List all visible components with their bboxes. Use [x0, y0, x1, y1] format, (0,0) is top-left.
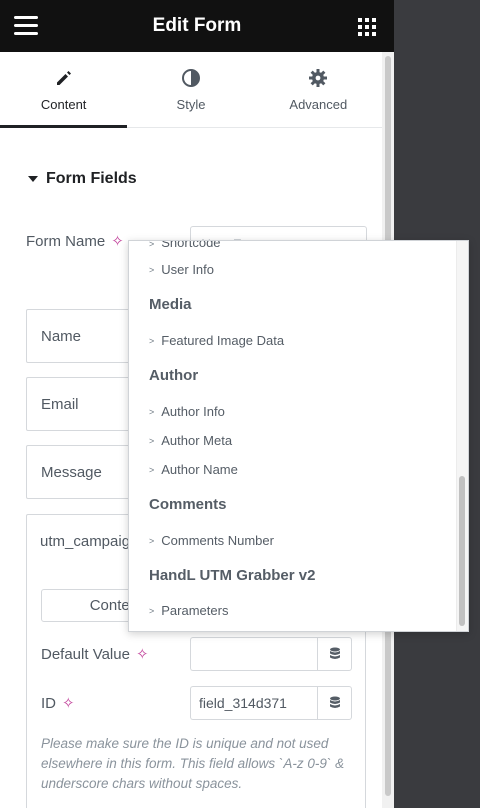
chevron-right-icon: >: [149, 605, 155, 616]
tab-content[interactable]: Content: [0, 52, 128, 128]
field-item-label: utm_campaign: [40, 532, 139, 550]
ai-sparkle-icon[interactable]: ✧: [136, 645, 149, 663]
section-form-fields[interactable]: Form Fields: [28, 170, 137, 188]
dropdown-group-comments: Comments: [149, 496, 227, 513]
dropdown-item-parameters[interactable]: > Parameters: [149, 603, 228, 618]
section-title: Form Fields: [46, 170, 137, 187]
form-name-label-row: Form Name ✧: [26, 232, 124, 251]
form-name-label: Form Name: [26, 232, 106, 250]
dynamic-tags-button[interactable]: [317, 637, 352, 671]
pencil-icon: [53, 67, 75, 89]
field-item-label: Name: [41, 327, 82, 345]
half-circle-icon: [180, 67, 202, 89]
dropdown-item-author-name[interactable]: > Author Name: [149, 462, 238, 477]
dropdown-item-author-meta[interactable]: > Author Meta: [149, 433, 232, 448]
dropdown-group-author: Author: [149, 367, 199, 384]
page-title: Edit Form: [152, 15, 242, 36]
field-item-label: Email: [41, 395, 79, 413]
chevron-right-icon: >: [149, 435, 155, 446]
tab-style-label: Style: [176, 97, 206, 112]
dropdown-scrollbar-thumb[interactable]: [459, 476, 465, 626]
ai-sparkle-icon[interactable]: ✧: [62, 694, 75, 712]
database-icon: [329, 647, 340, 659]
dropdown-item-partial[interactable]: > Shortcode: [149, 241, 221, 250]
id-help-text: Please make sure the ID is unique and no…: [41, 736, 345, 791]
default-value-label-row: Default Value ✧: [41, 645, 149, 664]
chevron-right-icon: >: [149, 464, 155, 475]
default-value-label: Default Value: [41, 645, 130, 663]
id-label: ID: [41, 694, 56, 712]
tab-advanced[interactable]: Advanced: [255, 52, 382, 127]
chevron-right-icon: >: [149, 406, 155, 417]
dropdown-group-media: Media: [149, 296, 192, 313]
default-value-input[interactable]: [190, 637, 318, 671]
dynamic-tags-button[interactable]: [317, 686, 352, 720]
chevron-right-icon: >: [149, 335, 155, 346]
tab-content-label: Content: [40, 97, 87, 112]
id-label-row: ID ✧: [41, 694, 75, 713]
tab-style[interactable]: Style: [127, 52, 254, 127]
dropdown-item-user-info[interactable]: > User Info: [149, 262, 214, 277]
dropdown-item-author-info[interactable]: > Author Info: [149, 404, 225, 419]
tab-advanced-label: Advanced: [289, 97, 348, 112]
dynamic-tags-dropdown: > Shortcode > User Info Media > Featured Im…: [128, 240, 469, 632]
ai-sparkle-icon[interactable]: ✧: [111, 232, 124, 250]
menu-icon[interactable]: [14, 16, 38, 36]
chevron-right-icon: >: [149, 535, 155, 546]
database-icon: [329, 696, 340, 708]
panel-header: Edit Form: [0, 0, 394, 52]
chevron-right-icon: >: [149, 264, 155, 275]
gear-icon: [307, 67, 329, 89]
dropdown-item-featured-image-data[interactable]: > Featured Image Data: [149, 333, 284, 348]
panel-tabs: Content Style Advanced: [0, 52, 382, 128]
id-input[interactable]: field_314d371: [190, 686, 318, 720]
widgets-grid-icon[interactable]: [358, 18, 376, 36]
caret-down-icon: [28, 176, 38, 182]
dropdown-item-comments-number[interactable]: > Comments Number: [149, 533, 274, 548]
field-item-label: Message: [41, 463, 102, 481]
dropdown-group-handl-utm-grabber: HandL UTM Grabber v2: [149, 567, 316, 584]
